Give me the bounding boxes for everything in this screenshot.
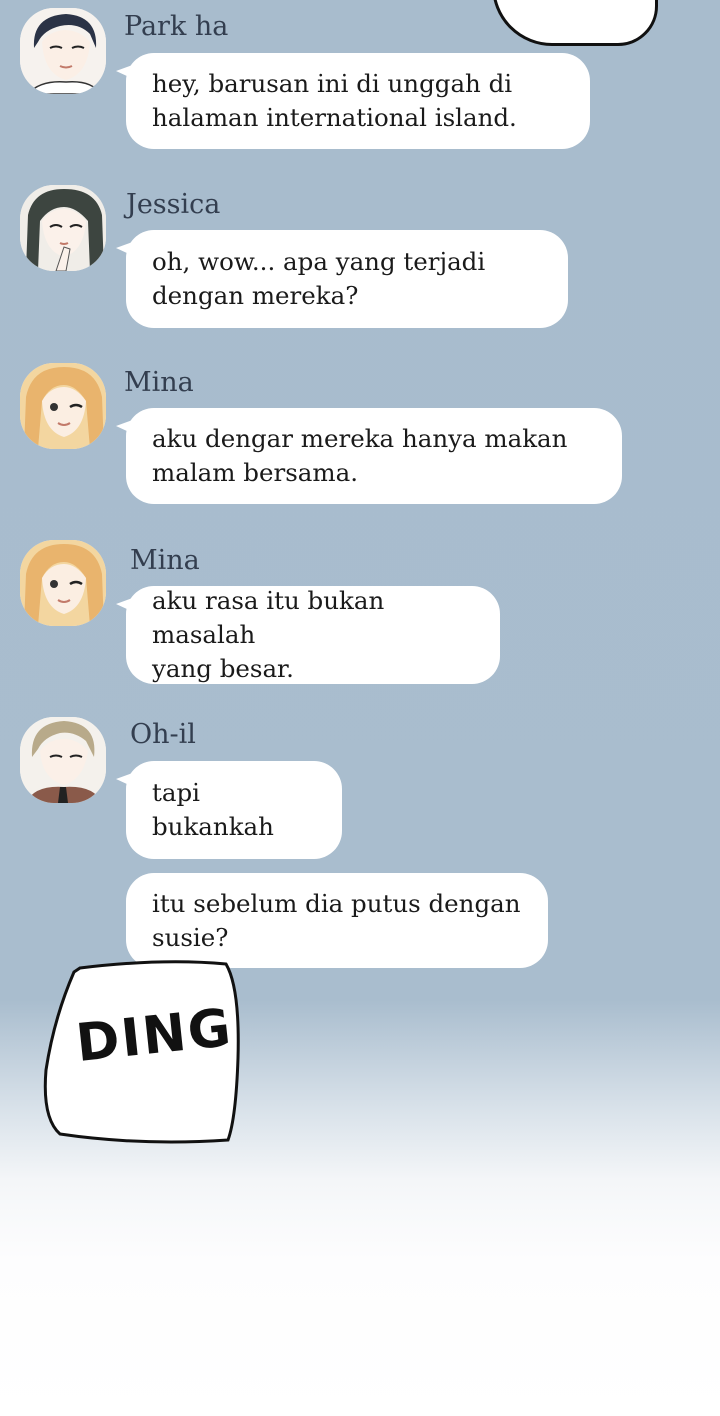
sender-name: Mina — [124, 367, 194, 398]
sender-name: Oh-il — [130, 719, 196, 750]
message-text: hey, barusan ini di unggah di halaman in… — [152, 69, 517, 132]
message-text: aku dengar mereka hanya makan malam bers… — [152, 424, 568, 487]
mina-avatar — [20, 363, 106, 449]
sender-name: Mina — [130, 545, 200, 576]
message-bubble: oh, wow... apa yang terjadi dengan merek… — [126, 230, 568, 328]
jessica-avatar — [20, 185, 106, 271]
message-bubble: itu sebelum dia putus dengan susie? — [126, 873, 548, 968]
message-bubble: aku dengar mereka hanya makan malam bers… — [126, 408, 622, 504]
oh-il-avatar — [20, 717, 106, 803]
sender-name: Jessica — [126, 189, 221, 220]
message-bubble: aku rasa itu bukan masalah yang besar. — [126, 586, 500, 684]
message-text: aku rasa itu bukan masalah yang besar. — [152, 586, 385, 683]
park-ha-avatar — [20, 8, 106, 94]
sender-name: Park ha — [124, 11, 229, 42]
message-text: oh, wow... apa yang terjadi dengan merek… — [152, 247, 486, 310]
mina-avatar — [20, 540, 106, 626]
message-bubble: hey, barusan ini di unggah di halaman in… — [126, 53, 590, 149]
speech-bubble-fragment — [492, 0, 658, 46]
message-bubble: tapi bukankah — [126, 761, 342, 859]
message-text: tapi bukankah — [152, 778, 274, 841]
message-text: itu sebelum dia putus dengan susie? — [152, 888, 521, 952]
